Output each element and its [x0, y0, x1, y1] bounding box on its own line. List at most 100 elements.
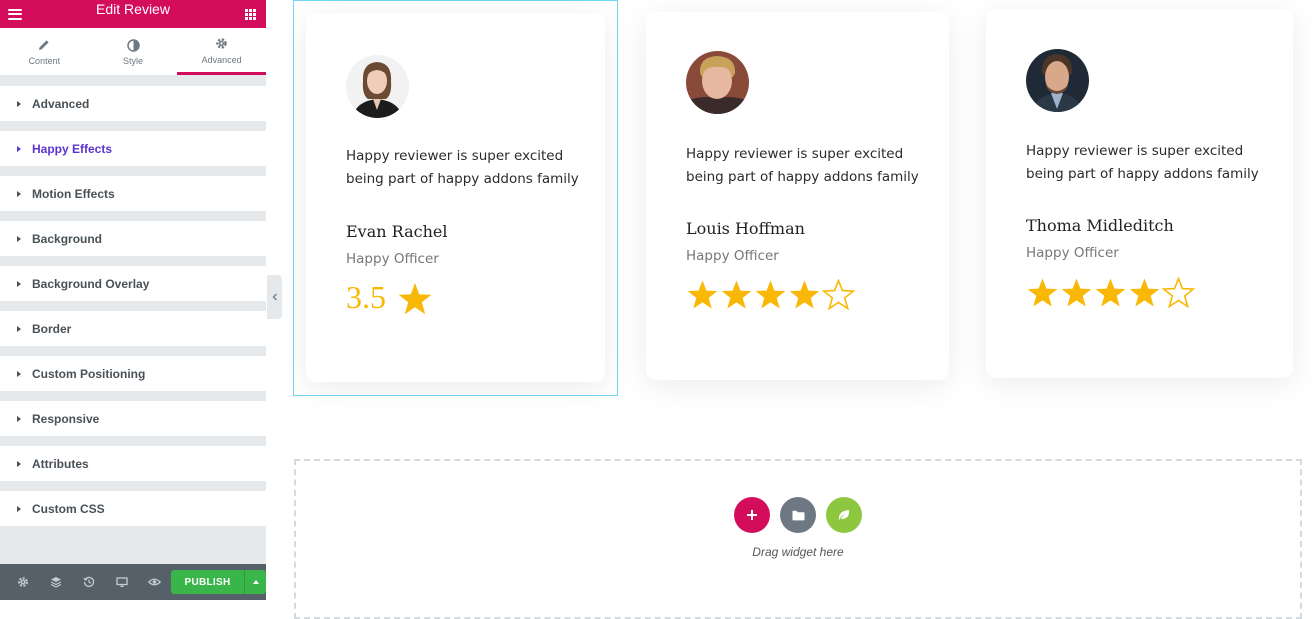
panel-title: Edit Review: [96, 1, 170, 17]
caret-right-icon: [17, 100, 21, 107]
star-filled-icon: [1129, 278, 1160, 307]
review-text: Happy reviewer is super excited being pa…: [346, 145, 586, 191]
panel-header: Edit Review: [0, 0, 266, 28]
section-label: Responsive: [32, 411, 100, 426]
rating-number: 3.5: [346, 279, 386, 315]
history-icon[interactable]: [72, 564, 105, 600]
dropzone-hint: Drag widget here: [752, 545, 844, 559]
star-rating: [686, 279, 856, 310]
star-filled-icon: [789, 280, 820, 309]
section-happy-effects[interactable]: Happy Effects: [0, 131, 266, 166]
star-filled-icon: [755, 280, 786, 309]
reviewer-avatar: [346, 55, 409, 118]
section-label: Background: [32, 231, 103, 246]
folder-icon: [792, 510, 804, 520]
pencil-icon: [38, 37, 50, 53]
caret-right-icon: [17, 415, 21, 422]
star-empty-icon: [822, 279, 855, 310]
caret-right-icon: [17, 370, 21, 377]
settings-sections: Advanced Happy Effects Motion Effects Ba…: [0, 76, 266, 526]
collapse-panel-handle[interactable]: [267, 275, 282, 319]
preview-eye-icon[interactable]: [138, 564, 171, 600]
review-text: Happy reviewer is super excited being pa…: [686, 143, 926, 189]
empty-section-dropzone[interactable]: Drag widget here: [294, 459, 1302, 619]
review-text-line: being part of happy addons family: [1026, 166, 1259, 182]
review-card: Happy reviewer is super excited being pa…: [986, 9, 1293, 378]
review-text-line: being part of happy addons family: [346, 171, 579, 187]
star-filled-icon: [1061, 278, 1092, 307]
section-label: Custom CSS: [32, 501, 105, 516]
editor-panel: Edit Review Content Style Advanced Advan…: [0, 0, 267, 600]
caret-up-icon: [252, 580, 259, 584]
responsive-desktop-icon[interactable]: [105, 564, 138, 600]
reviewer-name: Evan Rachel: [346, 222, 448, 241]
widgets-grid-icon[interactable]: [245, 8, 256, 20]
reviewer-title: Happy Officer: [346, 251, 439, 267]
chevron-left-icon: [272, 293, 277, 301]
section-label: Motion Effects: [32, 186, 115, 201]
section-label: Happy Effects: [32, 141, 113, 156]
star-icon: [397, 282, 433, 321]
caret-right-icon: [17, 190, 21, 197]
section-motion-effects[interactable]: Motion Effects: [0, 176, 266, 211]
section-responsive[interactable]: Responsive: [0, 401, 266, 436]
review-text-line: being part of happy addons family: [686, 169, 919, 185]
publish-button[interactable]: PUBLISH: [171, 570, 244, 594]
caret-right-icon: [17, 505, 21, 512]
section-label: Attributes: [32, 456, 89, 471]
reviewer-avatar: [686, 51, 749, 114]
reviewer-avatar: [1026, 49, 1089, 112]
contrast-icon: [126, 37, 140, 53]
add-section-button[interactable]: [734, 497, 770, 533]
caret-right-icon: [17, 145, 21, 152]
star-filled-icon: [687, 280, 718, 309]
section-custom-css[interactable]: Custom CSS: [0, 491, 266, 526]
section-label: Advanced: [32, 96, 90, 111]
panel-tabs: Content Style Advanced: [0, 28, 267, 76]
review-text-line: Happy reviewer is super excited: [686, 146, 904, 162]
tab-label: Advanced: [201, 54, 242, 65]
review-card: Happy reviewer is super excited being pa…: [306, 13, 605, 382]
section-attributes[interactable]: Attributes: [0, 446, 266, 481]
plus-icon: [747, 510, 757, 520]
star-filled-icon: [1095, 278, 1126, 307]
star-filled-icon: [721, 280, 752, 309]
star-rating: [1026, 277, 1196, 308]
leaf-icon: [838, 510, 850, 520]
review-card: Happy reviewer is super excited being pa…: [646, 12, 949, 380]
reviewer-title: Happy Officer: [686, 248, 779, 264]
section-label: Background Overlay: [32, 276, 150, 291]
settings-icon[interactable]: [6, 564, 39, 600]
review-text: Happy reviewer is super excited being pa…: [1026, 140, 1266, 186]
star-filled-icon: [1027, 278, 1058, 307]
section-border[interactable]: Border: [0, 311, 266, 346]
reviewer-title: Happy Officer: [1026, 245, 1119, 261]
caret-right-icon: [17, 280, 21, 287]
reviewer-name: Louis Hoffman: [686, 219, 805, 238]
caret-right-icon: [17, 325, 21, 332]
tab-label: Style: [123, 56, 144, 66]
navigator-layers-icon[interactable]: [39, 564, 72, 600]
section-custom-positioning[interactable]: Custom Positioning: [0, 356, 266, 391]
section-background[interactable]: Background: [0, 221, 266, 256]
gear-icon: [215, 36, 228, 52]
tab-content[interactable]: Content: [0, 28, 89, 75]
panel-footer: PUBLISH: [0, 564, 266, 600]
section-label: Border: [32, 321, 72, 336]
section-background-overlay[interactable]: Background Overlay: [0, 266, 266, 301]
tab-style[interactable]: Style: [89, 28, 178, 75]
happy-addons-templates-button[interactable]: [826, 497, 862, 533]
review-text-line: Happy reviewer is super excited: [346, 148, 564, 164]
tab-advanced[interactable]: Advanced: [177, 28, 267, 75]
dropzone-buttons: [734, 497, 872, 533]
add-template-button[interactable]: [780, 497, 816, 533]
caret-right-icon: [17, 235, 21, 242]
tab-label: Content: [28, 56, 61, 66]
caret-right-icon: [17, 460, 21, 467]
section-advanced[interactable]: Advanced: [0, 86, 266, 121]
star-empty-icon: [1162, 277, 1195, 308]
publish-options-button[interactable]: [244, 570, 266, 594]
section-label: Custom Positioning: [32, 366, 146, 381]
review-text-line: Happy reviewer is super excited: [1026, 143, 1244, 159]
menu-icon[interactable]: [8, 8, 22, 20]
